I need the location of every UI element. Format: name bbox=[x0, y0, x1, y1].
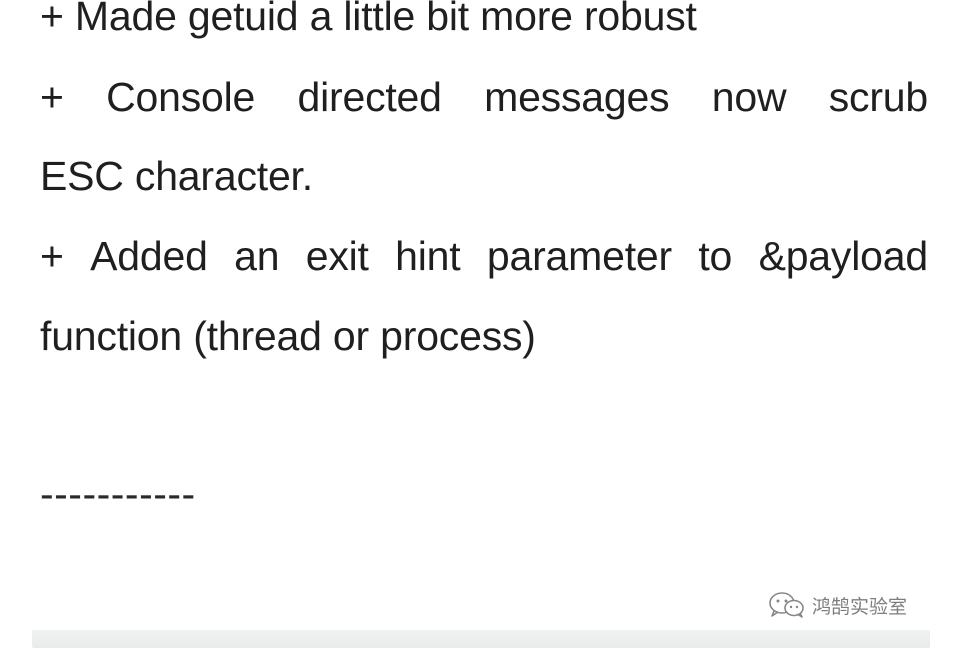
word: + bbox=[40, 233, 64, 279]
changelog-line-getuid: + Made getuid a little bit more robust bbox=[40, 0, 697, 39]
watermark-label: 鸿鹄实验室 bbox=[812, 595, 908, 618]
word: parameter bbox=[486, 233, 672, 279]
word: + bbox=[40, 74, 64, 120]
word: now bbox=[711, 74, 787, 120]
word: Console bbox=[106, 74, 256, 120]
word: hint bbox=[395, 233, 461, 279]
word: &payload bbox=[758, 233, 929, 279]
word: exit bbox=[305, 233, 369, 279]
word: scrub bbox=[828, 74, 928, 120]
word: an bbox=[234, 233, 280, 279]
changelog-line-exit-hint: + Added an exit hint parameter to &paylo… bbox=[40, 233, 929, 279]
bottom-divider-strip bbox=[32, 630, 930, 648]
changelog-line-esc: ESC character. bbox=[40, 153, 313, 199]
changelog-line-function: function (thread or process) bbox=[40, 313, 536, 359]
word: Added bbox=[90, 233, 208, 279]
word: to bbox=[698, 233, 733, 279]
watermark: 鸿鹄实验室 bbox=[768, 591, 907, 619]
wechat-icon bbox=[768, 591, 806, 619]
changelog-line-console: + Console directed messages now scrub bbox=[40, 74, 928, 120]
word: directed bbox=[297, 74, 442, 120]
dashed-divider: ----------- bbox=[40, 471, 196, 517]
word: messages bbox=[484, 74, 670, 120]
